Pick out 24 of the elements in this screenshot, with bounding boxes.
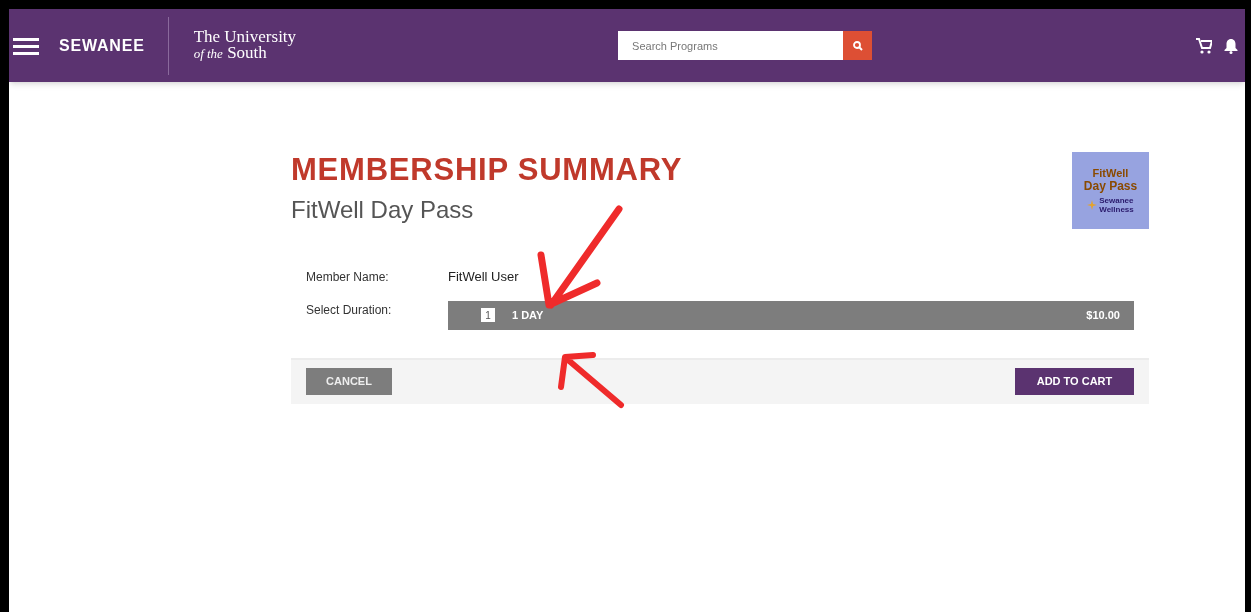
duration-price: $10.00 bbox=[1086, 307, 1120, 323]
cancel-button[interactable]: CANCEL bbox=[306, 368, 392, 395]
program-name: FitWell Day Pass bbox=[291, 195, 475, 225]
org-text: Sewanee Wellness bbox=[1099, 196, 1134, 214]
menu-icon[interactable] bbox=[13, 36, 39, 55]
bell-icon[interactable] bbox=[1224, 37, 1238, 54]
star-icon bbox=[1087, 200, 1098, 210]
field-label: Member Name: bbox=[306, 268, 390, 286]
add-to-cart-button[interactable]: ADD TO CART bbox=[1015, 368, 1134, 395]
search-icon bbox=[852, 40, 863, 51]
tile-text: Day Pass bbox=[1083, 179, 1138, 193]
brand-logo[interactable]: SEWANEE bbox=[59, 33, 145, 58]
field-label: Select Duration: bbox=[306, 301, 393, 319]
search-button[interactable] bbox=[843, 31, 873, 60]
tile-text: FitWell bbox=[1092, 167, 1129, 179]
duration-label: 1 DAY bbox=[512, 307, 544, 323]
cart-icon[interactable] bbox=[1196, 37, 1212, 54]
duration-option[interactable]: 1 1 DAY $10.00 bbox=[448, 300, 1134, 330]
page-title: MEMBERSHIP SUMMARY bbox=[291, 152, 683, 188]
annotation-arrow bbox=[555, 349, 627, 411]
count-badge: 1 bbox=[481, 308, 495, 322]
member-name: FitWell User bbox=[448, 268, 519, 286]
search-field[interactable]: Search Programs bbox=[618, 31, 844, 60]
university-logo[interactable]: The University of the South bbox=[193, 29, 297, 62]
